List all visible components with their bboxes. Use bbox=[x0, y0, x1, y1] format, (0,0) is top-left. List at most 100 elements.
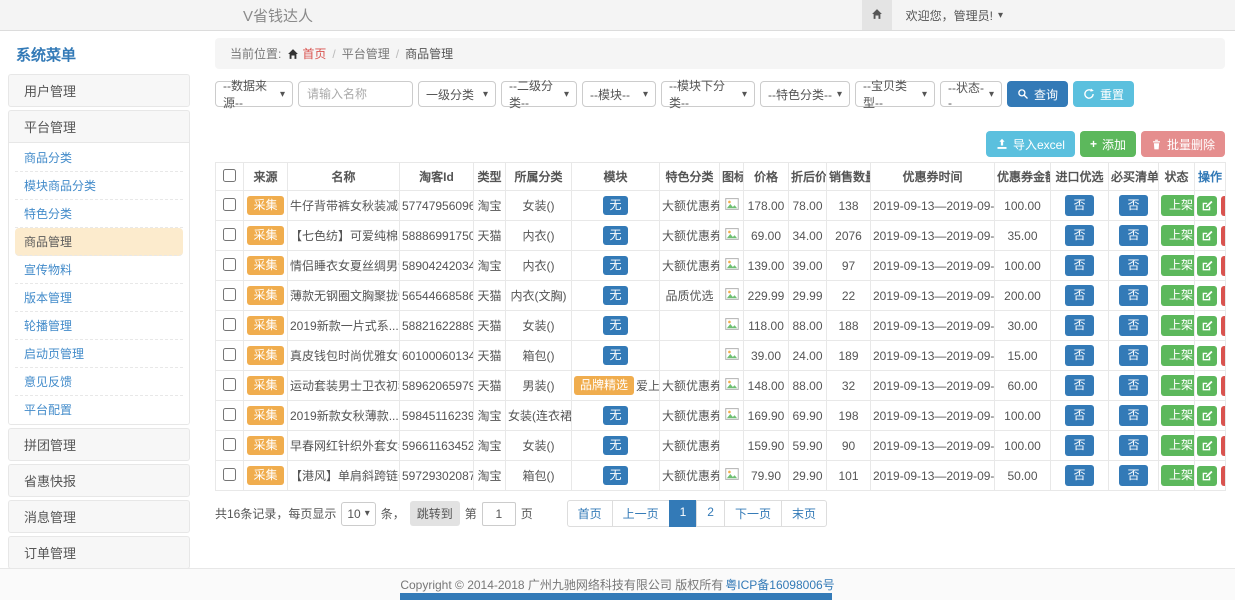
edit-button[interactable] bbox=[1197, 316, 1217, 336]
sidebar-section-header[interactable]: 消息管理 bbox=[9, 501, 189, 532]
edit-button[interactable] bbox=[1197, 196, 1217, 216]
row-checkbox[interactable] bbox=[223, 318, 236, 331]
delete-button[interactable] bbox=[1221, 346, 1226, 366]
edit-button[interactable] bbox=[1197, 466, 1217, 486]
must-buy-toggle[interactable]: 否 bbox=[1119, 315, 1147, 336]
status-toggle[interactable]: 上架 bbox=[1161, 255, 1195, 276]
filter-select[interactable]: --数据来源--▾ bbox=[215, 81, 293, 107]
filter-select[interactable]: --模块--▾ bbox=[582, 81, 656, 107]
delete-button[interactable] bbox=[1221, 466, 1226, 486]
import-select-toggle[interactable]: 否 bbox=[1065, 315, 1093, 336]
import-select-toggle[interactable]: 否 bbox=[1065, 345, 1093, 366]
add-button[interactable]: + 添加 bbox=[1080, 131, 1136, 157]
batch-delete-button[interactable]: 批量删除 bbox=[1141, 131, 1225, 157]
import-select-toggle[interactable]: 否 bbox=[1065, 255, 1093, 276]
edit-button[interactable] bbox=[1197, 376, 1217, 396]
must-buy-toggle[interactable]: 否 bbox=[1119, 375, 1147, 396]
filter-select[interactable]: --宝贝类型--▾ bbox=[855, 81, 935, 107]
edit-button[interactable] bbox=[1197, 286, 1217, 306]
sidebar-item[interactable]: 商品管理 bbox=[15, 228, 183, 256]
status-toggle[interactable]: 上架 bbox=[1161, 375, 1195, 396]
sidebar-section-header[interactable]: 拼团管理 bbox=[9, 429, 189, 460]
reset-button[interactable]: 重置 bbox=[1073, 81, 1134, 107]
pagination-button[interactable]: 上一页 bbox=[612, 500, 670, 527]
filter-select[interactable]: 一级分类▾ bbox=[418, 81, 496, 107]
delete-button[interactable] bbox=[1221, 286, 1226, 306]
filter-select[interactable]: --特色分类--▾ bbox=[760, 81, 850, 107]
user-menu[interactable]: 欢迎您，管理员! ▾ bbox=[906, 7, 1003, 24]
module-badge[interactable]: 无 bbox=[603, 316, 627, 335]
jump-button[interactable]: 跳转到 bbox=[410, 501, 460, 526]
row-checkbox[interactable] bbox=[223, 198, 236, 211]
import-select-toggle[interactable]: 否 bbox=[1065, 285, 1093, 306]
status-toggle[interactable]: 上架 bbox=[1161, 345, 1195, 366]
edit-button[interactable] bbox=[1197, 226, 1217, 246]
sidebar-section-header[interactable]: 订单管理 bbox=[9, 537, 189, 568]
status-toggle[interactable]: 上架 bbox=[1161, 315, 1195, 336]
module-badge[interactable]: 无 bbox=[603, 256, 627, 275]
module-badge[interactable]: 无 bbox=[603, 346, 627, 365]
filter-select[interactable]: --模块下分类--▾ bbox=[661, 81, 755, 107]
select-all-checkbox[interactable] bbox=[223, 169, 236, 182]
must-buy-toggle[interactable]: 否 bbox=[1119, 435, 1147, 456]
must-buy-toggle[interactable]: 否 bbox=[1119, 255, 1147, 276]
module-badge[interactable]: 无 bbox=[603, 286, 627, 305]
module-badge[interactable]: 无 bbox=[603, 436, 627, 455]
pagination-button[interactable]: 首页 bbox=[567, 500, 613, 527]
row-checkbox[interactable] bbox=[223, 378, 236, 391]
module-badge[interactable]: 品牌精选 bbox=[574, 376, 634, 395]
import-select-toggle[interactable]: 否 bbox=[1065, 375, 1093, 396]
delete-button[interactable] bbox=[1221, 406, 1226, 426]
import-select-toggle[interactable]: 否 bbox=[1065, 225, 1093, 246]
per-page-select[interactable]: 10 ▾ bbox=[341, 502, 375, 526]
sidebar-item[interactable]: 特色分类 bbox=[15, 200, 183, 228]
row-checkbox[interactable] bbox=[223, 228, 236, 241]
edit-button[interactable] bbox=[1197, 256, 1217, 276]
edit-button[interactable] bbox=[1197, 436, 1217, 456]
page-number-input[interactable] bbox=[482, 502, 516, 526]
row-checkbox[interactable] bbox=[223, 348, 236, 361]
must-buy-toggle[interactable]: 否 bbox=[1119, 225, 1147, 246]
sidebar-item[interactable]: 轮播管理 bbox=[15, 312, 183, 340]
row-checkbox[interactable] bbox=[223, 258, 236, 271]
breadcrumb-item[interactable]: 首页 bbox=[287, 45, 326, 62]
name-search-input[interactable] bbox=[298, 81, 413, 107]
must-buy-toggle[interactable]: 否 bbox=[1119, 195, 1147, 216]
status-toggle[interactable]: 上架 bbox=[1161, 225, 1195, 246]
pagination-button[interactable]: 下一页 bbox=[724, 500, 782, 527]
row-checkbox[interactable] bbox=[223, 288, 236, 301]
query-button[interactable]: 查询 bbox=[1007, 81, 1068, 107]
sidebar-item[interactable]: 宣传物料 bbox=[15, 256, 183, 284]
delete-button[interactable] bbox=[1221, 196, 1226, 216]
pagination-button[interactable]: 末页 bbox=[781, 500, 827, 527]
delete-button[interactable] bbox=[1221, 376, 1226, 396]
module-badge[interactable]: 无 bbox=[603, 226, 627, 245]
pagination-button[interactable]: 2 bbox=[696, 500, 725, 527]
must-buy-toggle[interactable]: 否 bbox=[1119, 285, 1147, 306]
import-select-toggle[interactable]: 否 bbox=[1065, 195, 1093, 216]
sidebar-section-header[interactable]: 平台管理 bbox=[9, 111, 189, 142]
must-buy-toggle[interactable]: 否 bbox=[1119, 345, 1147, 366]
row-checkbox[interactable] bbox=[223, 438, 236, 451]
edit-button[interactable] bbox=[1197, 346, 1217, 366]
breadcrumb-item[interactable]: 平台管理 bbox=[342, 45, 390, 62]
must-buy-toggle[interactable]: 否 bbox=[1119, 465, 1147, 486]
must-buy-toggle[interactable]: 否 bbox=[1119, 405, 1147, 426]
sidebar-item[interactable]: 商品分类 bbox=[15, 144, 183, 172]
sidebar-item[interactable]: 版本管理 bbox=[15, 284, 183, 312]
sidebar-section-header[interactable]: 用户管理 bbox=[9, 75, 189, 106]
delete-button[interactable] bbox=[1221, 436, 1226, 456]
module-badge[interactable]: 无 bbox=[603, 196, 627, 215]
module-badge[interactable]: 无 bbox=[603, 466, 627, 485]
sidebar-item[interactable]: 模块商品分类 bbox=[15, 172, 183, 200]
pagination-button[interactable]: 1 bbox=[669, 500, 698, 527]
sidebar-section-header[interactable]: 省惠快报 bbox=[9, 465, 189, 496]
status-toggle[interactable]: 上架 bbox=[1161, 195, 1195, 216]
import-select-toggle[interactable]: 否 bbox=[1065, 465, 1093, 486]
import-select-toggle[interactable]: 否 bbox=[1065, 435, 1093, 456]
filter-select[interactable]: --状态--▾ bbox=[940, 81, 1002, 107]
import-excel-button[interactable]: 导入excel bbox=[986, 131, 1075, 157]
sidebar-item[interactable]: 启动页管理 bbox=[15, 340, 183, 368]
delete-button[interactable] bbox=[1221, 256, 1226, 276]
sidebar-item[interactable]: 平台配置 bbox=[15, 396, 183, 423]
